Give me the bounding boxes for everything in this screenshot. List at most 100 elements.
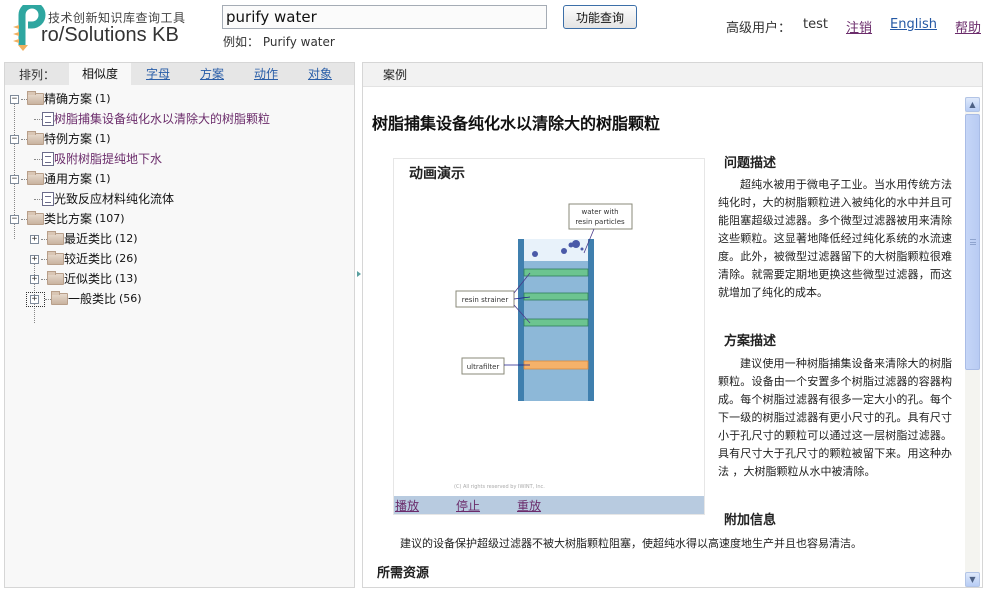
collapse-icon[interactable]: − <box>10 214 19 224</box>
tree-node-similar[interactable]: + 近似类比 (13) <box>5 269 354 289</box>
problem-text: 超纯水被用于微电子工业。当水用传统方法纯化时，大的树脂颗粒进入被纯化的水中并且可… <box>718 178 952 299</box>
folder-icon <box>27 171 44 185</box>
document-icon <box>42 192 54 206</box>
strainer-2 <box>523 292 589 301</box>
tree-leaf-label[interactable]: 光致反应材料纯化流体 <box>54 189 174 209</box>
tree-node-label: 特例方案 <box>44 132 93 146</box>
tree-node-analogy[interactable]: − 类比方案 (107) <box>5 209 354 229</box>
tree-node-label: 较近类比 <box>64 252 113 266</box>
tree-node-label: 通用方案 <box>44 172 93 186</box>
sort-tab-action[interactable]: 动作 <box>239 63 293 85</box>
scroll-thumb[interactable] <box>965 114 980 370</box>
tree-node-count: (56) <box>119 292 142 305</box>
collapse-icon[interactable]: − <box>10 94 19 104</box>
username: test <box>803 17 829 32</box>
english-link[interactable]: English <box>890 17 937 36</box>
problem-heading: 问题描述 <box>724 156 777 171</box>
collapse-arrow-icon[interactable] <box>357 271 361 277</box>
stop-link[interactable]: 停止 <box>456 497 516 514</box>
expand-icon[interactable]: + <box>30 254 39 264</box>
vertical-scrollbar[interactable]: ▲ ▼ <box>965 97 980 587</box>
animation-box: water with resin particles resin straine… <box>393 158 705 515</box>
scroll-down-icon[interactable]: ▼ <box>965 572 980 587</box>
scroll-up-icon[interactable]: ▲ <box>965 97 980 112</box>
tree-node-general[interactable]: − 通用方案 (1) <box>5 169 354 189</box>
function-search-button[interactable]: 功能查询 <box>563 5 637 29</box>
animation-diagram: water with resin particles resin straine… <box>455 203 633 401</box>
tree-leaf-label[interactable]: 树脂捕集设备纯化水以清除大的树脂颗粒 <box>54 109 270 129</box>
solution-heading: 方案描述 <box>724 334 777 349</box>
extra-text: 建议的设备保护超级过滤器不被大树脂颗粒阻塞，使超纯水得以高速度地生产并且也容易清… <box>400 537 862 550</box>
label-water-line2: resin particles <box>575 218 625 226</box>
search-example: 例如： Purify water <box>223 35 335 49</box>
grip-icon <box>970 239 976 245</box>
replay-link[interactable]: 重放 <box>517 497 577 514</box>
label-water-line1: water with <box>581 208 618 216</box>
tree-node-label: 近似类比 <box>64 272 113 286</box>
document-icon <box>42 112 54 126</box>
label-strainer: resin strainer <box>462 296 509 304</box>
logo-title: ro/Solutions KB <box>41 24 179 46</box>
tree-leaf-label[interactable]: 吸附树脂提纯地下水 <box>54 149 162 169</box>
expand-icon[interactable]: + <box>30 274 39 284</box>
tree-node-label: 精确方案 <box>44 92 93 106</box>
animation-copyright: (C) All rights reserved by IWINT, Inc. <box>454 484 545 490</box>
tree-leaf[interactable]: 吸附树脂提纯地下水 <box>5 149 354 169</box>
folder-icon <box>47 251 64 265</box>
tree-node-general-analogy[interactable]: + 一般类比 (56) <box>5 289 354 309</box>
expand-icon[interactable]: + <box>30 294 39 304</box>
panel-splitter[interactable] <box>356 62 361 588</box>
tree-node-count: (1) <box>95 172 111 185</box>
tree-leaf[interactable]: 树脂捕集设备纯化水以清除大的树脂颗粒 <box>5 109 354 129</box>
tree-node-label: 一般类比 <box>68 292 117 306</box>
solution-text: 建议使用一种树脂捕集设备来清除大的树脂颗粒。设备由一个安置多个树脂过滤器的容器构… <box>718 357 952 478</box>
case-content: 树脂捕集设备纯化水以清除大的树脂颗粒 water with resin part… <box>363 88 963 587</box>
tree-node-count: (1) <box>95 92 111 105</box>
tree-node-nearest[interactable]: + 最近类比 (12) <box>5 229 354 249</box>
sort-tab-similarity[interactable]: 相似度 <box>69 63 131 85</box>
tab-case[interactable]: 案例 <box>363 63 982 87</box>
play-link[interactable]: 播放 <box>395 497 455 514</box>
logo[interactable]: 技术创新知识库查询工具 ro/Solutions KB <box>10 5 200 53</box>
user-level-label: 高级用户： <box>726 21 792 36</box>
case-panel: 案例 树脂捕集设备纯化水以清除大的树脂颗粒 water with resin p… <box>362 62 983 588</box>
folder-icon <box>47 231 64 245</box>
collapse-icon[interactable]: − <box>10 174 19 184</box>
column-wall-right <box>588 239 594 401</box>
folder-icon <box>51 291 68 305</box>
sort-tab-object[interactable]: 对象 <box>293 63 347 85</box>
tree-node-exact[interactable]: − 精确方案 (1) <box>5 89 354 109</box>
folder-icon <box>27 131 44 145</box>
search-input[interactable] <box>222 5 547 29</box>
expand-icon[interactable]: + <box>30 234 39 244</box>
sort-tab-solution[interactable]: 方案 <box>185 63 239 85</box>
resin-particle <box>580 247 584 251</box>
strainer-1 <box>523 268 589 277</box>
resin-particle <box>561 248 567 254</box>
user-bar: 高级用户： test 注销 English 帮助 <box>726 17 981 36</box>
folder-icon <box>27 91 44 105</box>
tree-node-label: 类比方案 <box>44 212 93 226</box>
tree-node-label: 最近类比 <box>64 232 113 246</box>
folder-icon <box>47 271 64 285</box>
sort-bar: 排列： 相似度 字母 方案 动作 对象 <box>5 63 354 85</box>
resin-particle <box>532 251 538 257</box>
label-ultrafilter: ultrafilter <box>467 363 500 371</box>
tree-leaf[interactable]: 光致反应材料纯化流体 <box>5 189 354 209</box>
header: 技术创新知识库查询工具 ro/Solutions KB 功能查询 例如： Pur… <box>0 0 986 60</box>
collapse-icon[interactable]: − <box>10 134 19 144</box>
tree-connector <box>34 158 42 160</box>
results-panel: 排列： 相似度 字母 方案 动作 对象 − 精确方案 (1) 树脂捕集设备纯化水… <box>4 62 355 588</box>
resources-heading: 所需资源 <box>377 566 430 581</box>
resin-particle <box>572 240 580 248</box>
document-icon <box>42 152 54 166</box>
results-tree: − 精确方案 (1) 树脂捕集设备纯化水以清除大的树脂颗粒 − 特例方案 (1)… <box>5 85 354 323</box>
column-wall-left <box>518 239 524 401</box>
tree-connector <box>34 198 42 200</box>
tree-node-special[interactable]: − 特例方案 (1) <box>5 129 354 149</box>
tree-node-closer[interactable]: + 较近类比 (26) <box>5 249 354 269</box>
logout-link[interactable]: 注销 <box>846 17 872 36</box>
sort-tab-alphabet[interactable]: 字母 <box>131 63 185 85</box>
help-link[interactable]: 帮助 <box>955 17 981 36</box>
animation-controls: 播放 停止 重放 <box>394 496 704 514</box>
